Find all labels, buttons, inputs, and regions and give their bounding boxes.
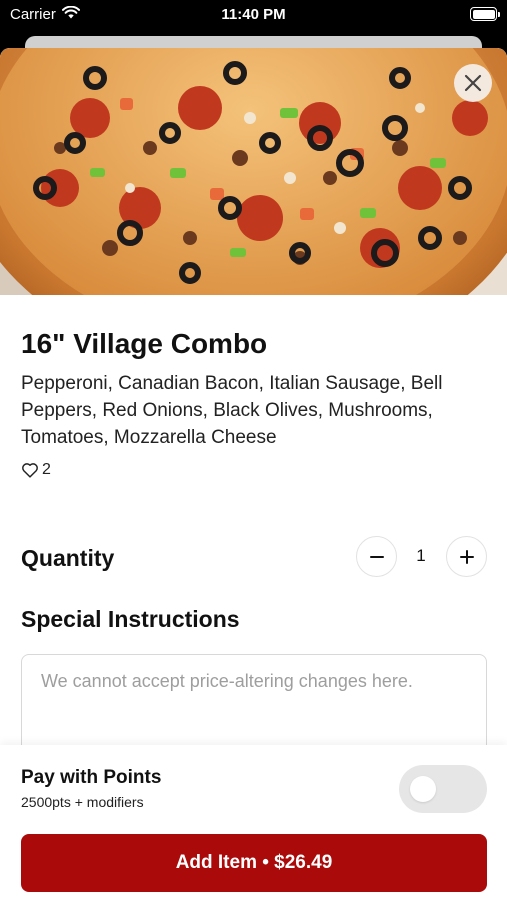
status-bar: Carrier 11:40 PM (0, 0, 507, 30)
battery-icon (470, 7, 500, 21)
bottom-panel: Pay with Points 2500pts + modifiers Add … (0, 745, 507, 900)
pay-with-points-toggle[interactable] (399, 765, 487, 813)
heart-icon (22, 463, 38, 478)
likes[interactable]: 2 (21, 461, 51, 479)
pay-with-points-subtitle: 2500pts + modifiers (21, 794, 144, 810)
close-icon (464, 74, 482, 92)
add-item-button[interactable]: Add Item • $26.49 (21, 834, 487, 892)
quantity-value: 1 (416, 546, 426, 565)
minus-icon (369, 555, 384, 558)
close-button[interactable] (454, 64, 492, 102)
item-detail-sheet: 16" Village Combo Pepperoni, Canadian Ba… (0, 48, 507, 900)
pay-with-points-label: Pay with Points (21, 767, 162, 788)
decrement-button[interactable] (356, 536, 397, 577)
item-description: Pepperoni, Canadian Bacon, Italian Sausa… (21, 373, 443, 448)
quantity-label: Quantity (21, 545, 115, 571)
item-title: 16" Village Combo (21, 328, 268, 359)
plus-icon (459, 549, 474, 564)
increment-button[interactable] (446, 536, 487, 577)
likes-count: 2 (42, 461, 51, 478)
clock: 11:40 PM (221, 6, 286, 23)
item-image (0, 48, 507, 295)
special-instructions-label: Special Instructions (21, 606, 240, 632)
toggle-knob (410, 776, 436, 802)
